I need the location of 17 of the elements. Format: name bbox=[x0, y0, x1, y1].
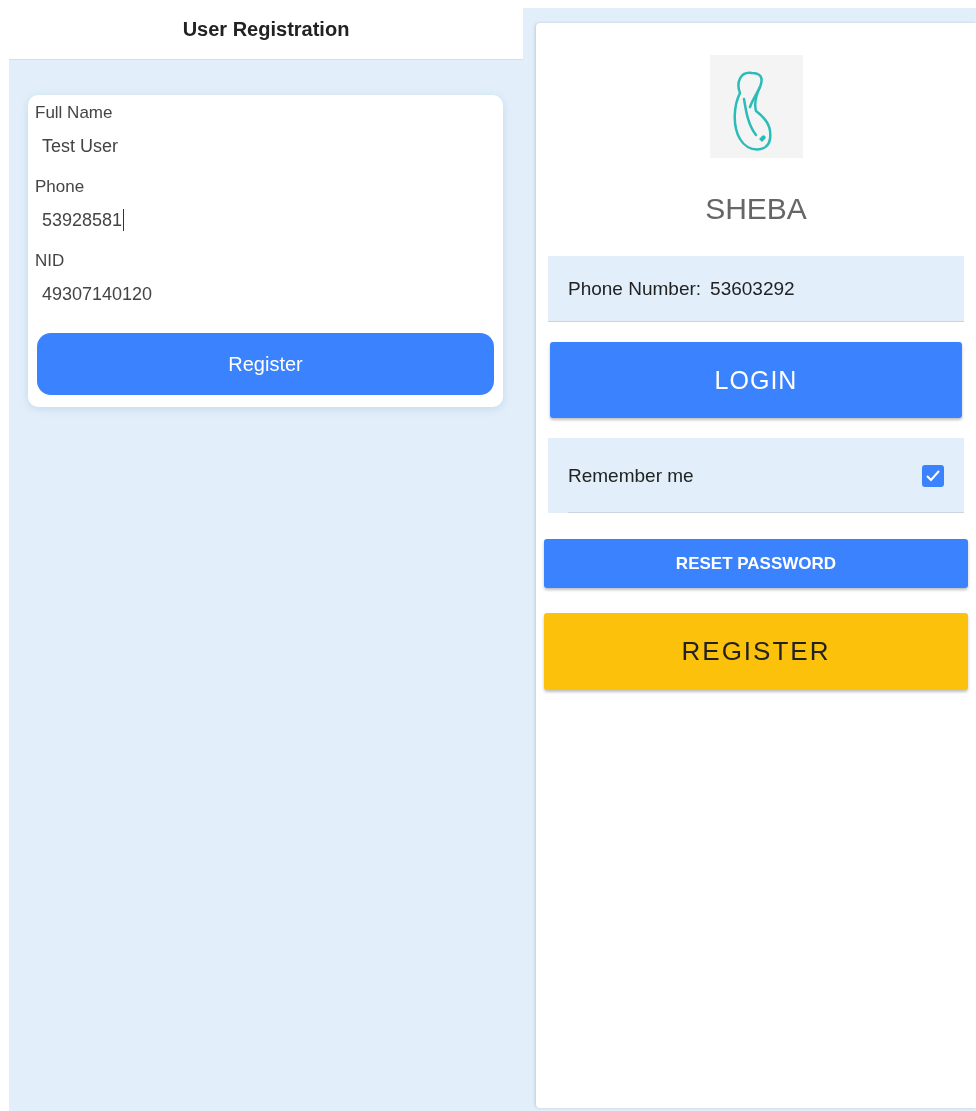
login-button[interactable]: LOGIN bbox=[550, 342, 962, 418]
check-icon bbox=[926, 469, 940, 482]
field-label: NID bbox=[35, 251, 65, 271]
register-button[interactable]: REGISTER bbox=[544, 613, 968, 690]
app-name: SHEBA bbox=[705, 192, 807, 226]
input-field[interactable]: Test User bbox=[35, 123, 494, 171]
input-field[interactable]: 53928581 bbox=[35, 197, 494, 245]
reset-password-button[interactable]: RESET PASSWORD bbox=[544, 539, 968, 588]
field-label: Full Name bbox=[35, 103, 113, 123]
checkbox-label: Remember me bbox=[568, 464, 695, 487]
page-title: User Registration bbox=[182, 18, 350, 41]
field-label: Phone bbox=[35, 177, 85, 197]
checkbox[interactable] bbox=[922, 464, 944, 487]
phone-number-field[interactable]: Phone Number: 53603292 bbox=[548, 256, 964, 322]
field-value: 53603292 bbox=[710, 277, 795, 300]
register-button[interactable]: Register bbox=[37, 333, 494, 395]
input-field[interactable]: 49307140120 bbox=[35, 271, 494, 319]
